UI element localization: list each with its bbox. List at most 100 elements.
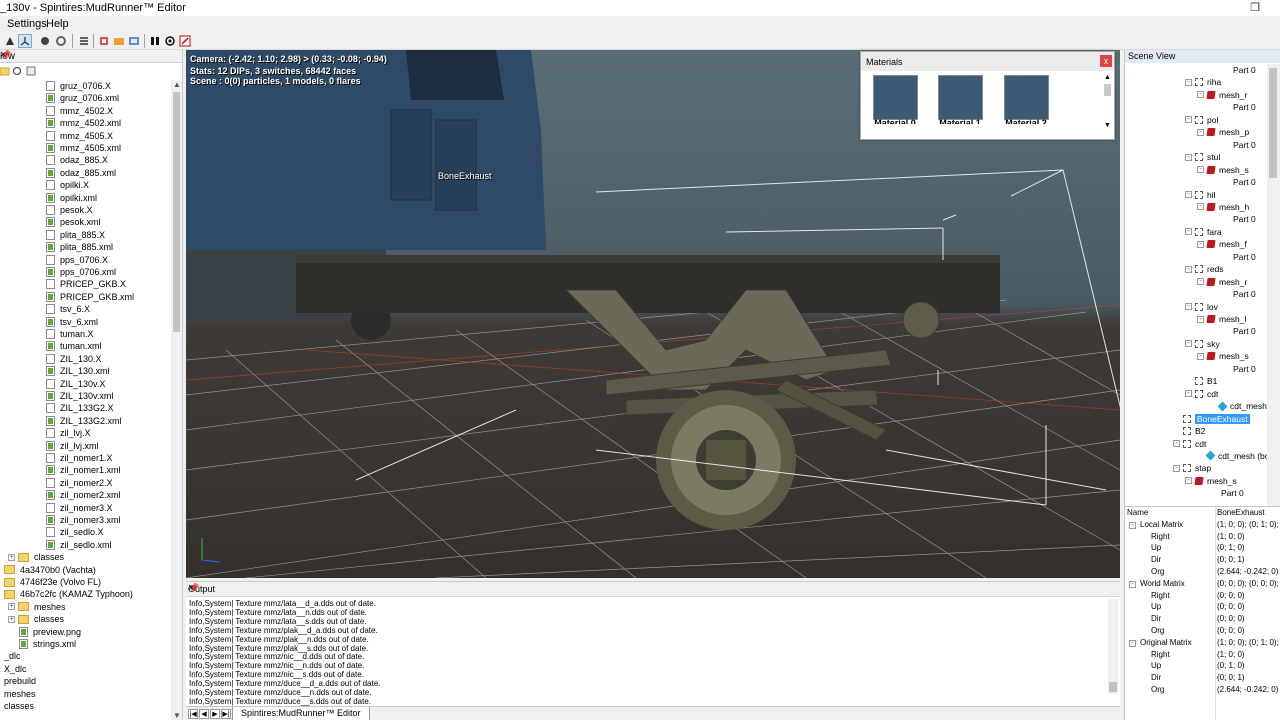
file-tree-item[interactable]: zil_sedlo.xml xyxy=(46,539,112,551)
scene-tree-item[interactable]: - mesh_l xyxy=(1197,313,1246,325)
menu-settings[interactable]: Settings xyxy=(7,18,47,30)
property-row[interactable]: -Local Matrix (1; 0; 0); (0; 1; 0); (0 xyxy=(1125,519,1280,531)
scene-tree-item[interactable]: cdt_mesh (box) xyxy=(1197,450,1277,462)
editor-tab[interactable]: Spintires:MudRunner™ Editor xyxy=(232,707,370,720)
file-tree-item[interactable]: zil_nomer3.X xyxy=(46,502,113,514)
scene-icon[interactable] xyxy=(127,34,141,48)
property-row[interactable]: Right (1; 0; 0) xyxy=(1125,531,1280,543)
collapse-icon[interactable]: - xyxy=(1197,128,1204,136)
last-tab-icon[interactable]: ▶| xyxy=(221,709,231,719)
collapse-icon[interactable]: - xyxy=(1197,315,1204,323)
output-scrollbar[interactable] xyxy=(1108,599,1118,694)
file-tree-item[interactable]: PRICEP_GKB.X xyxy=(46,278,126,290)
collapse-icon[interactable]: - xyxy=(1197,91,1204,99)
scene-tree-item[interactable]: - mesh_f xyxy=(1197,238,1247,250)
scene-tree-item[interactable]: - sky xyxy=(1185,338,1220,350)
file-tree-item[interactable]: ZIL_130.xml xyxy=(46,365,110,377)
scrollbar-thumb[interactable] xyxy=(1269,68,1277,178)
scene-tree-item[interactable]: - hil xyxy=(1185,189,1216,201)
file-tree-item[interactable]: zil_lvj.xml xyxy=(46,440,99,452)
property-value[interactable]: (0; 0; 0) xyxy=(1217,626,1245,635)
folder-up-icon[interactable] xyxy=(0,66,10,79)
scene-tree-item[interactable]: Part 0 xyxy=(1233,101,1256,113)
refresh-icon[interactable] xyxy=(12,66,22,79)
move-tool-icon[interactable] xyxy=(38,34,52,48)
material-thumbnail-1[interactable] xyxy=(938,75,983,120)
collapse-icon[interactable]: - xyxy=(1185,191,1192,198)
file-tree-item[interactable]: gruz_0706.X xyxy=(46,80,111,92)
restore-window-icon[interactable]: ❐ xyxy=(1250,1,1260,14)
file-tree-scrollbar[interactable]: ▲ ▼ xyxy=(171,80,182,720)
root-tree-item[interactable]: meshes xyxy=(4,688,36,700)
file-tree-item[interactable]: zil_sedlo.X xyxy=(46,526,104,538)
scene-tree-item[interactable]: - riha xyxy=(1185,76,1221,88)
axis-tool-icon[interactable] xyxy=(18,34,32,48)
collapse-icon[interactable]: - xyxy=(1197,278,1204,286)
file-tree-item[interactable]: mmz_4505.X xyxy=(46,130,113,142)
expand-icon[interactable]: + xyxy=(8,615,15,623)
step-icon[interactable] xyxy=(163,34,177,48)
property-row[interactable]: Up (0; 1; 0) xyxy=(1125,542,1280,554)
folder-tree-item[interactable]: 4746f23e (Volvo FL) xyxy=(4,576,101,588)
collapse-icon[interactable]: - xyxy=(1197,352,1204,360)
scroll-down-icon[interactable]: ▼ xyxy=(173,711,181,720)
folder-tree-item[interactable]: preview.png xyxy=(8,626,81,638)
materials-scrollbar[interactable]: ▲ ▼ xyxy=(1103,74,1112,134)
scrollbar-thumb[interactable] xyxy=(1109,682,1117,692)
property-value[interactable]: (0; 0; 1) xyxy=(1217,555,1245,564)
file-tree-item[interactable]: ZIL_133G2.xml xyxy=(46,415,122,427)
property-value[interactable]: (2.644; -0.242; 0) xyxy=(1217,685,1278,694)
scene-tree-item[interactable]: Part 0 xyxy=(1233,64,1256,76)
bone-label[interactable]: BoneExhaust xyxy=(438,171,492,181)
file-tree-item[interactable]: pps_0706.xml xyxy=(46,266,116,278)
file-tree-item[interactable]: zil_nomer1.X xyxy=(46,452,113,464)
collapse-icon[interactable]: - xyxy=(1185,228,1192,236)
property-row[interactable]: -World Matrix (0; 0; 0); (0; 0; 0); (0 xyxy=(1125,578,1280,590)
file-tree-item[interactable]: pesok.X xyxy=(46,204,93,216)
file-tree-item[interactable]: mmz_4502.xml xyxy=(46,117,121,129)
folder-tree-item[interactable]: + classes xyxy=(8,613,64,625)
property-value[interactable]: (2.644; -0.242; 0) xyxy=(1217,567,1278,576)
scene-tree-item[interactable]: - mesh_s xyxy=(1197,164,1249,176)
file-tree-item[interactable]: plita_885.xml xyxy=(46,241,113,253)
property-row[interactable]: Right (1; 0; 0) xyxy=(1125,649,1280,661)
collapse-icon[interactable]: - xyxy=(1185,265,1192,273)
scene-tree-item[interactable]: - mesh_s xyxy=(1197,350,1249,362)
property-value[interactable]: (1; 0; 0); (0; 1; 0); (0 xyxy=(1217,638,1280,647)
file-tree-item[interactable]: tuman.xml xyxy=(46,340,102,352)
collapse-icon[interactable]: - xyxy=(1129,639,1136,647)
file-tree-item[interactable]: pps_0706.X xyxy=(46,254,108,266)
file-tree-item[interactable]: ZIL_130.X xyxy=(46,353,102,365)
file-tree-item[interactable]: zil_lvj.X xyxy=(46,427,91,439)
root-tree-item[interactable]: _dlc xyxy=(4,650,21,662)
file-tree-item[interactable]: gruz_0706.xml xyxy=(46,92,119,104)
collapse-icon[interactable]: - xyxy=(1173,464,1180,472)
property-value[interactable]: (0; 0; 0) xyxy=(1217,602,1245,611)
file-tree-item[interactable]: opilki.xml xyxy=(46,192,97,204)
collapse-icon[interactable]: - xyxy=(1197,166,1204,174)
file-tree-item[interactable]: ZIL_133G2.X xyxy=(46,402,114,414)
property-value[interactable]: (1; 0; 0); (0; 1; 0); (0 xyxy=(1217,520,1280,529)
scene-tree-item[interactable]: B2 xyxy=(1173,425,1205,437)
property-value[interactable]: BoneExhaust xyxy=(1217,508,1265,517)
collapse-icon[interactable]: - xyxy=(1185,78,1192,86)
material-thumbnail-0[interactable] xyxy=(873,75,918,120)
filter-icon[interactable] xyxy=(26,66,36,79)
collapse-icon[interactable]: - xyxy=(1185,340,1192,348)
property-row[interactable]: Dir (0; 0; 1) xyxy=(1125,554,1280,566)
close-icon[interactable]: × xyxy=(188,582,1117,594)
file-tree-item[interactable]: odaz_885.X xyxy=(46,154,108,166)
folder-tree-item[interactable]: 4a3470b0 (Vachta) xyxy=(4,564,96,576)
scene-tree-item[interactable]: - mesh_r xyxy=(1197,276,1247,288)
file-tree-item[interactable]: PRICEP_GKB.xml xyxy=(46,291,134,303)
scene-tree-item[interactable]: Part 0 xyxy=(1233,251,1256,263)
file-tree-item[interactable]: opilki.X xyxy=(46,179,89,191)
property-row[interactable]: Up (0; 1; 0) xyxy=(1125,660,1280,672)
scene-tree-item[interactable]: Part 0 xyxy=(1233,139,1256,151)
property-value[interactable]: (1; 0; 0) xyxy=(1217,532,1245,541)
scene-tree-item[interactable]: - lov xyxy=(1185,301,1218,313)
expand-icon[interactable]: + xyxy=(8,553,15,561)
file-tree-item[interactable]: zil_nomer2.X xyxy=(46,477,113,489)
pause-icon[interactable] xyxy=(148,34,162,48)
folder-tree-item[interactable]: 46b7c2fc (KAMAZ Typhoon) xyxy=(4,588,133,600)
